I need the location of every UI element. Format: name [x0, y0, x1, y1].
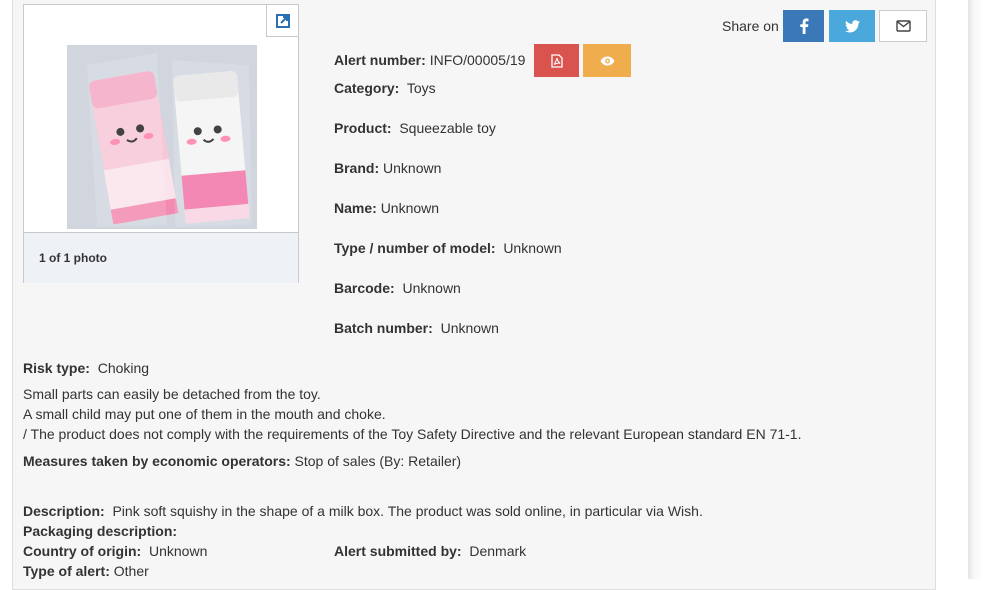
risk-type-label: Risk type:	[23, 360, 90, 376]
packaging-field: Packaging description:	[23, 523, 177, 539]
risk-line: A small child may put one of them in the…	[23, 406, 386, 422]
category-label: Category:	[334, 80, 400, 96]
brand-value: Unknown	[383, 160, 442, 176]
product-field: Product: Squeezable toy	[334, 120, 496, 136]
page-edge-shadow	[968, 0, 983, 579]
name-field: Name: Unknown	[334, 200, 439, 216]
envelope-icon	[895, 20, 911, 32]
barcode-label: Barcode:	[334, 280, 395, 296]
description-label: Description:	[23, 503, 105, 519]
expand-photo-button[interactable]	[266, 5, 298, 37]
alert-type-field: Type of alert: Other	[23, 563, 149, 579]
description-field: Description: Pink soft squishy in the sh…	[23, 503, 703, 519]
measures-label: Measures taken by economic operators:	[23, 453, 291, 469]
submitted-by-field: Alert submitted by: Denmark	[334, 543, 526, 559]
risk-line: / The product does not comply with the r…	[23, 426, 802, 442]
eye-icon	[600, 56, 614, 65]
batch-value: Unknown	[440, 320, 499, 336]
model-value: Unknown	[503, 240, 562, 256]
product-value: Squeezable toy	[399, 120, 496, 136]
model-field: Type / number of model: Unknown	[334, 240, 562, 256]
batch-label: Batch number:	[334, 320, 433, 336]
category-field: Category: Toys	[334, 80, 436, 96]
view-alert-button[interactable]	[583, 44, 631, 77]
alert-number-value: INFO/00005/19	[429, 52, 526, 68]
description-value: Pink soft squishy in the shape of a milk…	[112, 503, 703, 519]
measures-field: Measures taken by economic operators: St…	[23, 453, 461, 469]
origin-field: Country of origin: Unknown	[23, 543, 207, 559]
alert-type-value: Other	[113, 563, 149, 579]
photo-area	[24, 5, 298, 231]
submitted-label: Alert submitted by:	[334, 543, 462, 559]
model-label: Type / number of model:	[334, 240, 496, 256]
alert-type-label: Type of alert:	[23, 563, 110, 579]
barcode-value: Unknown	[402, 280, 461, 296]
packaging-label: Packaging description:	[23, 523, 178, 539]
barcode-field: Barcode: Unknown	[334, 280, 461, 296]
alert-number-field: Alert number: INFO/00005/19	[334, 52, 525, 68]
share-facebook-button[interactable]	[783, 10, 824, 42]
submitted-value: Denmark	[469, 543, 527, 559]
twitter-icon	[844, 19, 860, 32]
risk-line: Small parts can easily be detached from …	[23, 386, 321, 402]
name-value: Unknown	[380, 200, 440, 216]
pdf-icon	[550, 53, 563, 68]
origin-value: Unknown	[148, 543, 208, 559]
risk-type-field: Risk type: Choking	[23, 360, 149, 376]
download-pdf-button[interactable]	[534, 44, 579, 77]
name-label: Name:	[334, 200, 377, 216]
category-value: Toys	[406, 80, 436, 96]
batch-field: Batch number: Unknown	[334, 320, 499, 336]
share-label: Share on	[722, 18, 779, 34]
product-label: Product:	[334, 120, 392, 136]
external-link-icon	[275, 13, 290, 28]
photo-caption: 1 of 1 photo	[24, 232, 298, 283]
photo-gallery: 1 of 1 photo	[23, 4, 299, 283]
measures-value: Stop of sales (By: Retailer)	[294, 453, 462, 469]
product-photo[interactable]	[67, 45, 257, 229]
brand-field: Brand: Unknown	[334, 160, 441, 176]
photo-count: 1 of 1 photo	[39, 251, 107, 265]
risk-type-value: Choking	[97, 360, 150, 376]
alert-number-label: Alert number:	[334, 52, 426, 68]
brand-label: Brand:	[334, 160, 380, 176]
origin-label: Country of origin:	[23, 543, 142, 559]
share-email-button[interactable]	[879, 10, 927, 42]
share-twitter-button[interactable]	[829, 10, 875, 42]
facebook-icon	[799, 18, 808, 34]
